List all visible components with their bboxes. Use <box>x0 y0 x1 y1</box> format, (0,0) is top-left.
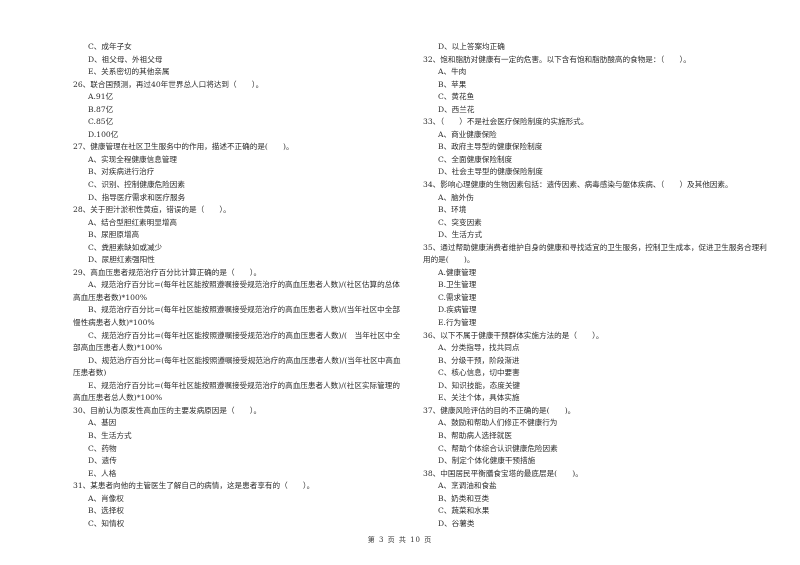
option-25-d: D、祖父母、外祖父母 <box>88 54 163 64</box>
question-29: 29、高血压患者规范治疗百分比计算正确的是（ ）。 A、规范治疗百分比=(每年社… <box>73 267 403 405</box>
option: B、尿胆原增高 <box>88 230 140 240</box>
option: C、核心信息，切中要害 <box>438 368 520 378</box>
question-36: 36、以下不属于健康干预群体实施方法的是（ ）。 A、分类指导，找共同点 B、分… <box>423 330 768 405</box>
right-column: D、以上答案均正确 32、饱和脂肪对健康有一定的危害。以下含有饱和脂肪酸高的食物… <box>423 41 768 530</box>
question-31: 31、某患者向他的主管医生了解自己的病情，这是患者享有的（ ）。 A、肖像权 B… <box>73 480 403 530</box>
option: B、分级干预，阶段渐进 <box>438 355 520 365</box>
option: B、生活方式 <box>88 430 132 440</box>
option: D、西兰花 <box>438 104 475 114</box>
option: D、尿胆红素强阳性 <box>88 255 155 265</box>
question-stem: 32、饱和脂肪对健康有一定的危害。以下含有饱和脂肪酸高的食物是：（ ）。 <box>423 54 691 64</box>
option: C.85亿 <box>88 117 114 127</box>
question-stem: 34、影响心理健康的生物因素包括：遗传因素、病毒感染与躯体疾病、（ ）及其他因素… <box>423 180 733 190</box>
question-34: 34、影响心理健康的生物因素包括：遗传因素、病毒感染与躯体疾病、（ ）及其他因素… <box>423 179 768 242</box>
option: B、规范治疗百分比=(每年社区能按照遵嘱接受规范治疗的高血压患者人数)/(当年社… <box>73 305 400 328</box>
option: B、政府主导型的健康保险制度 <box>438 142 543 152</box>
option: C、识别、控制健康危险因素 <box>88 180 185 190</box>
option: A、肖像权 <box>88 493 124 503</box>
question-stem: 30、目前认为原发性高血压的主要发病原因是（ ）。 <box>73 405 262 415</box>
question-26: 26、联合国预测，再过40年世界总人口将达到（ ）。 A.91亿 B.87亿 C… <box>73 79 403 142</box>
option: C、知情权 <box>88 518 125 528</box>
option: D.100亿 <box>88 129 119 139</box>
question-stem: 31、某患者向他的主管医生了解自己的病情，这是患者享有的（ ）。 <box>73 481 315 491</box>
question-37: 37、健康风险评估的目的不正确的是( )。 A、鼓励和帮助人们修正不健康行为 B… <box>423 405 768 468</box>
option: C、规范治疗百分比=(每年社区能按照遵嘱接受规范治疗的高血压患者人数)/( 当年… <box>73 330 401 353</box>
option: B、选择权 <box>88 506 124 516</box>
question-33: 33、（ ）不是社会医疗保险制度的实施形式。 A、商业健康保险 B、政府主导型的… <box>423 116 768 179</box>
question-stem: 38、中国居民平衡膳食宝塔的最底层是( )。 <box>423 468 583 478</box>
left-column: C、成年子女 D、祖父母、外祖父母 E、关系密切的其他亲属 26、联合国预测，再… <box>73 41 403 530</box>
option: D、遗传 <box>88 456 117 466</box>
option-31-d: D、以上答案均正确 <box>438 42 505 51</box>
option: B、帮助病人选择就医 <box>438 430 512 440</box>
option: A.健康管理 <box>438 267 477 277</box>
option: A、商业健康保险 <box>438 129 497 139</box>
question-stem: 29、高血压患者规范治疗百分比计算正确的是（ ）。 <box>73 267 262 277</box>
option: E、关注个体，具体实施 <box>438 393 520 403</box>
option: B、苹果 <box>438 79 467 89</box>
option: A、规范治疗百分比=(每年社区能按照遵嘱接受规范治疗的高血压患者人数)/(社区估… <box>73 280 400 302</box>
option: E.行为管理 <box>438 318 477 328</box>
option: C、黄花鱼 <box>438 92 475 102</box>
option: A、烹调油和食盐 <box>438 481 497 491</box>
option: B.卫生管理 <box>438 280 477 290</box>
question-stem: 27、健康管理在社区卫生服务中的作用，描述不正确的是( )。 <box>73 142 294 152</box>
question-38: 38、中国居民平衡膳食宝塔的最底层是( )。 A、烹调油和食盐 B、奶类和豆类 … <box>423 468 768 531</box>
option: D.疾病管理 <box>438 305 477 315</box>
option: D、社会主导型的健康保险制度 <box>438 167 543 177</box>
option-25-e: E、关系密切的其他亲属 <box>88 67 170 77</box>
option: A、结合型胆红素明显增高 <box>88 217 178 227</box>
option: B.87亿 <box>88 104 114 114</box>
question-stem: 26、联合国预测，再过40年世界总人口将达到（ ）。 <box>73 79 264 89</box>
option: C.需求管理 <box>438 292 477 302</box>
option: B、奶类和豆类 <box>438 493 490 503</box>
option: A、牛肉 <box>438 67 467 77</box>
question-35: 35、通过帮助健康消费者维护自身的健康和寻找适宜的卫生服务，控制卫生成本，促进卫… <box>423 242 768 330</box>
option-25-c: C、成年子女 <box>88 42 132 51</box>
option: D、生活方式 <box>438 230 483 240</box>
option: A、基因 <box>88 418 117 428</box>
option: B、对疾病进行治疗 <box>88 167 155 177</box>
option: C、药物 <box>88 443 117 453</box>
question-28: 28、关于胆汁淤积性黄疸，错误的是（ ）。 A、结合型胆红素明显增高 B、尿胆原… <box>73 204 403 267</box>
option: D、规范治疗百分比=(每年社区能按照遵嘱接受规范治疗的高血压患者人数)/(当年社… <box>73 355 401 378</box>
option: C、帮助个体综合认识健康危险因素 <box>438 443 558 453</box>
question-stem: 28、关于胆汁淤积性黄疸，错误的是（ ）。 <box>73 205 231 215</box>
option: E、规范治疗百分比=(每年社区能按照遵嘱接受规范治疗的高血压患者人数)/(社区实… <box>73 380 400 403</box>
option: C、粪胆素缺如或减少 <box>88 242 163 252</box>
option: A、实现全程健康信息管理 <box>88 154 178 164</box>
question-30: 30、目前认为原发性高血压的主要发病原因是（ ）。 A、基因 B、生活方式 C、… <box>73 405 403 480</box>
option: A.91亿 <box>88 92 114 102</box>
question-stem: 35、通过帮助健康消费者维护自身的健康和寻找适宜的卫生服务，控制卫生成本，促进卫… <box>423 242 767 265</box>
option: A、脑外伤 <box>438 192 474 202</box>
option: C、突变因素 <box>438 217 482 227</box>
question-stem: 36、以下不属于健康干预群体实施方法的是（ ）。 <box>423 330 604 340</box>
question-stem: 33、（ ）不是社会医疗保险制度的实施形式。 <box>423 117 589 127</box>
option: D、知识技能，态度关键 <box>438 380 521 390</box>
option: A、鼓励和帮助人们修正不健康行为 <box>438 418 558 428</box>
question-stem: 37、健康风险评估的目的不正确的是( )。 <box>423 405 576 415</box>
option: D、谷薯类 <box>438 518 475 528</box>
question-27: 27、健康管理在社区卫生服务中的作用，描述不正确的是( )。 A、实现全程健康信… <box>73 141 403 204</box>
option: C、全面健康保险制度 <box>438 154 513 164</box>
option: B、环境 <box>438 205 467 215</box>
option: D、制定个体化健康干预措施 <box>438 456 536 466</box>
page-number-footer: 第 3 页 共 10 页 <box>367 536 433 544</box>
option: A、分类指导，找共同点 <box>438 343 520 353</box>
question-32: 32、饱和脂肪对健康有一定的危害。以下含有饱和脂肪酸高的食物是：（ ）。 A、牛… <box>423 54 768 117</box>
option: C、蔬菜和水果 <box>438 506 490 516</box>
option: E、人格 <box>88 468 117 478</box>
option: D、指导医疗需求和医疗服务 <box>88 192 186 202</box>
